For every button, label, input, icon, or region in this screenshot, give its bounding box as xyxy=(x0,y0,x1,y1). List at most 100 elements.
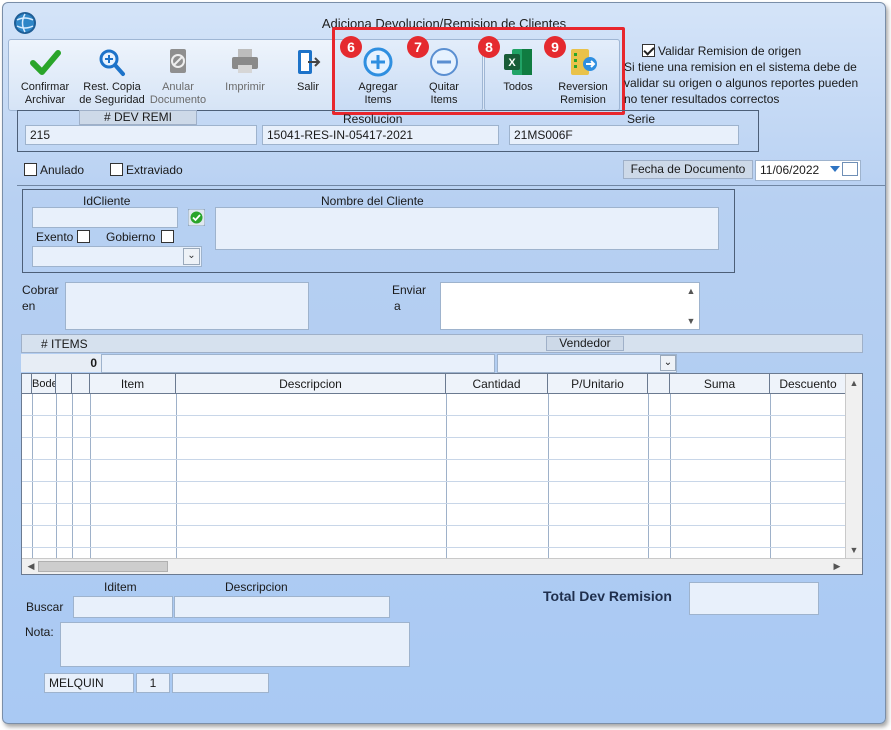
items-info-field xyxy=(101,354,495,373)
cancel-doc-label-2: Documento xyxy=(149,94,207,106)
enviar-label-2: a xyxy=(394,299,401,313)
idcliente-field[interactable] xyxy=(32,207,178,228)
cobrar-label-2: en xyxy=(22,299,36,313)
grid-col-cantidad[interactable]: Cantidad xyxy=(446,374,548,394)
grid-row-line xyxy=(22,437,846,438)
cancel-document-icon xyxy=(170,49,186,73)
extraviado-label: Extraviado xyxy=(126,163,183,177)
grid-col-blank-2 xyxy=(72,374,90,394)
grid-scroll-up-icon[interactable]: ▲ xyxy=(847,377,861,389)
exit-label: Salir xyxy=(296,81,319,93)
nota-field[interactable] xyxy=(60,622,410,667)
grid-scroll-right-icon[interactable]: ▶ xyxy=(830,560,844,572)
total-dev-remision-field xyxy=(689,582,819,615)
iditem-label: Iditem xyxy=(104,580,137,594)
validate-note-2: validar su origen o algunos reportes pue… xyxy=(624,76,859,90)
footer-user: MELQUIN xyxy=(44,673,134,693)
grid-vline xyxy=(56,394,57,560)
badge-7: 7 xyxy=(407,36,429,58)
date-dropdown-icon[interactable] xyxy=(830,166,840,172)
grid-scroll-thumb[interactable] xyxy=(38,561,168,572)
scroll-down-icon[interactable]: ▼ xyxy=(684,315,698,327)
grid-vline xyxy=(176,394,177,560)
grid-vline xyxy=(648,394,649,560)
grid-col-bodega[interactable]: Bodega xyxy=(32,374,56,394)
gobierno-checkbox[interactable] xyxy=(161,230,174,243)
cobrar-en-field[interactable] xyxy=(65,282,309,330)
client-ok-icon[interactable] xyxy=(188,209,205,226)
checkmark-icon xyxy=(30,50,61,75)
search-iditem-field[interactable] xyxy=(73,596,173,618)
search-descripcion-field[interactable] xyxy=(174,596,390,618)
grid-scroll-down-icon[interactable]: ▼ xyxy=(847,544,861,556)
printer-icon xyxy=(232,49,258,73)
buscar-label: Buscar xyxy=(26,600,64,614)
enviar-a-field[interactable] xyxy=(440,282,700,330)
chevron-down-icon[interactable]: ⌄ xyxy=(183,248,200,265)
backup-label-2: de Seguridad xyxy=(79,94,145,106)
restore-backup-button[interactable]: Rest. Copia de Seguridad xyxy=(77,47,147,107)
footer-extra xyxy=(172,673,269,693)
extraviado-checkbox[interactable] xyxy=(110,163,123,176)
grid-vertical-scrollbar[interactable]: ▲ ▼ xyxy=(845,374,862,558)
confirm-label-2: Archivar xyxy=(24,94,66,106)
anulado-checkbox[interactable] xyxy=(24,163,37,176)
confirm-button[interactable]: Confirmar Archivar xyxy=(15,47,75,107)
grid-vline xyxy=(670,394,671,560)
badge-6: 6 xyxy=(340,36,362,58)
grid-horizontal-scrollbar[interactable]: ◀ ▶ xyxy=(22,558,862,574)
backup-label-1: Rest. Copia xyxy=(83,81,141,93)
serie-field[interactable]: 21MS006F xyxy=(509,125,739,145)
scroll-up-icon[interactable]: ▲ xyxy=(684,285,698,297)
grid-col-item[interactable]: Item xyxy=(90,374,176,394)
grid-row-line xyxy=(22,547,846,548)
grid-col-selector xyxy=(22,374,32,394)
exit-door-icon xyxy=(298,50,321,74)
vendedor-chevron-icon[interactable]: ⌄ xyxy=(660,355,676,371)
gobierno-label: Gobierno xyxy=(106,230,156,244)
nombre-cliente-field[interactable] xyxy=(215,207,719,250)
app-window: Adiciona Devolucion/Remision de Clientes… xyxy=(2,2,886,724)
badge-9: 9 xyxy=(544,36,566,58)
grid-row-line xyxy=(22,481,846,482)
grid-vline xyxy=(770,394,771,560)
exento-checkbox[interactable] xyxy=(77,230,90,243)
items-label: # ITEMS xyxy=(41,337,88,351)
grid-col-blank-1[interactable] xyxy=(56,374,72,394)
grid-vline xyxy=(72,394,73,560)
vendedor-select[interactable] xyxy=(497,354,677,373)
validate-origin-checkbox[interactable] xyxy=(642,44,655,57)
total-dev-remision-label: Total Dev Remision xyxy=(543,588,672,604)
nota-label: Nota: xyxy=(25,625,54,639)
highlight-box xyxy=(332,27,625,115)
grid-col-descuento[interactable]: Descuento xyxy=(770,374,846,394)
grid-scroll-left-icon[interactable]: ◀ xyxy=(24,560,38,572)
cancel-document-button[interactable]: Anular Documento xyxy=(148,47,208,107)
dev-remi-field[interactable]: 215 xyxy=(25,125,257,145)
fecha-documento-label: Fecha de Documento xyxy=(623,160,753,179)
cliente-type-select[interactable] xyxy=(32,246,202,267)
grid-col-descripcion[interactable]: Descripcion xyxy=(176,374,446,394)
magnify-plus-icon xyxy=(99,49,125,76)
grid-row-line xyxy=(22,459,846,460)
items-count: 0 xyxy=(21,354,101,372)
grid-header: Bodega Item Descripcion Cantidad P/Unita… xyxy=(22,374,846,394)
resolucion-label: Resolucion xyxy=(343,112,403,126)
grid-row-line xyxy=(22,525,846,526)
print-button[interactable]: Imprimir xyxy=(215,47,275,94)
cancel-doc-label-1: Anular xyxy=(162,81,194,93)
grid-row-line xyxy=(22,503,846,504)
cobrar-label-1: Cobrar xyxy=(22,283,59,297)
calendar-icon[interactable] xyxy=(842,162,858,176)
exit-button[interactable]: Salir xyxy=(283,47,333,94)
section-divider xyxy=(17,185,885,186)
badge-8: 8 xyxy=(478,36,500,58)
items-grid[interactable]: Bodega Item Descripcion Cantidad P/Unita… xyxy=(21,373,863,575)
grid-col-suma[interactable]: Suma xyxy=(670,374,770,394)
grid-col-punitario[interactable]: P/Unitario xyxy=(548,374,648,394)
resolucion-field[interactable]: 15041-RES-IN-05417-2021 xyxy=(262,125,499,145)
grid-vline xyxy=(90,394,91,560)
fecha-documento-value: 11/06/2022 xyxy=(760,163,820,177)
grid-col-blank-3[interactable] xyxy=(648,374,670,394)
confirm-label-1: Confirmar xyxy=(20,81,70,93)
